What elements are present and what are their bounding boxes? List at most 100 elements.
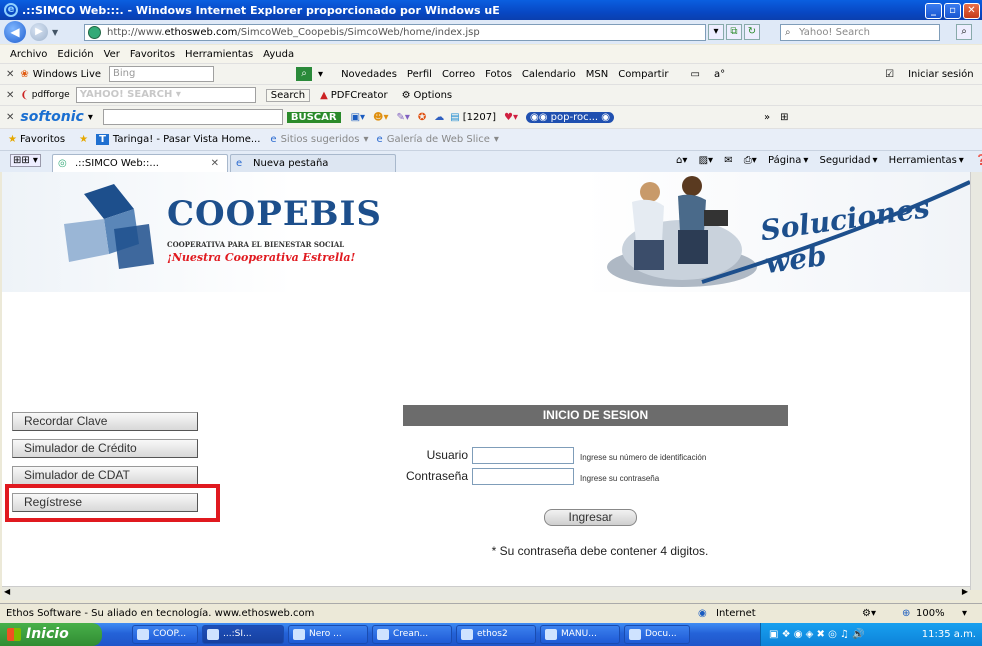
usuario-input[interactable] bbox=[472, 447, 574, 464]
link-perfil[interactable]: Perfil bbox=[407, 69, 432, 80]
tab-site-icon: ◎ bbox=[58, 158, 67, 169]
simulador-cdat-button[interactable]: Simulador de CDAT bbox=[12, 466, 198, 485]
softonic-search-input[interactable] bbox=[102, 109, 283, 125]
link-fotos[interactable]: Fotos bbox=[485, 69, 512, 80]
dropdown-icon[interactable]: ▾ bbox=[494, 134, 499, 145]
link-correo[interactable]: Correo bbox=[442, 69, 475, 80]
search-input[interactable]: ⌕ Yahoo! Search bbox=[780, 24, 940, 41]
refresh-icon[interactable]: ↻ bbox=[744, 24, 760, 40]
toolbar-close-icon[interactable]: ✕ bbox=[6, 112, 14, 123]
menu-ayuda[interactable]: Ayuda bbox=[263, 49, 294, 60]
link-calendario[interactable]: Calendario bbox=[522, 69, 576, 80]
weather-icon[interactable]: ☁ bbox=[434, 112, 444, 123]
link-novedades[interactable]: Novedades bbox=[341, 69, 397, 80]
translate-icon[interactable]: a° bbox=[714, 69, 725, 80]
pagina-menu[interactable]: Página bbox=[768, 155, 801, 166]
favorite-sitios-sugeridos[interactable]: Sitios sugeridos bbox=[281, 134, 360, 145]
close-button[interactable]: ✕ bbox=[963, 3, 980, 19]
menu-ver[interactable]: Ver bbox=[104, 49, 120, 60]
rss-icon[interactable]: ▤ bbox=[450, 112, 459, 123]
simulador-credito-button[interactable]: Simulador de Crédito bbox=[12, 439, 198, 458]
task-manu[interactable]: MANU... bbox=[540, 625, 620, 644]
buscar-button[interactable]: BUSCAR bbox=[286, 111, 341, 123]
bing-dropdown-icon[interactable]: ▾ bbox=[318, 69, 323, 80]
tv-icon[interactable]: ▣▾ bbox=[351, 112, 365, 123]
games-icon[interactable]: ✪ bbox=[418, 112, 426, 123]
chevron-right-icon[interactable]: » bbox=[764, 112, 770, 123]
forward-button[interactable]: ▶ bbox=[30, 23, 48, 41]
signin-link[interactable]: Iniciar sesión bbox=[908, 69, 974, 80]
quick-tabs-icon[interactable]: ⊞⊞ ▾ bbox=[10, 154, 41, 167]
task-label: Nero ... bbox=[309, 629, 342, 639]
options-button[interactable]: Options bbox=[414, 90, 453, 101]
radio-player[interactable]: ◉◉ pop-roc... ◉ bbox=[526, 111, 615, 123]
recent-pages-dropdown-icon[interactable]: ▼ bbox=[52, 28, 58, 37]
task-crean[interactable]: Crean... bbox=[372, 625, 452, 644]
pdfcreator-button[interactable]: PDFCreator bbox=[331, 90, 388, 101]
menu-archivo[interactable]: Archivo bbox=[10, 49, 47, 60]
task-nero[interactable]: Nero ... bbox=[288, 625, 368, 644]
windows-live-label[interactable]: Windows Live bbox=[33, 69, 101, 80]
task-simco[interactable]: ...:SI... bbox=[202, 625, 284, 644]
heart-icon[interactable]: ♥▾ bbox=[504, 112, 518, 123]
tray-icons[interactable]: ▣ ❖ ◉ ◈ ✖ ◎ ♫ 🔊 bbox=[769, 623, 865, 646]
task-coop[interactable]: COOP... bbox=[132, 625, 198, 644]
start-button[interactable]: Inicio bbox=[0, 623, 102, 646]
toolbar-close-icon[interactable]: ✕ bbox=[6, 69, 14, 80]
menu-herramientas[interactable]: Herramientas bbox=[185, 49, 253, 60]
maximize-button[interactable]: ▫ bbox=[944, 3, 961, 19]
scroll-right-icon[interactable]: ▶ bbox=[962, 587, 968, 596]
checkbox-icon[interactable]: ☑ bbox=[885, 69, 894, 80]
bing-search-icon[interactable]: ⌕ bbox=[296, 67, 313, 81]
search-button[interactable]: ⌕ bbox=[956, 24, 972, 40]
radio-station: pop-roc... bbox=[550, 111, 599, 123]
scroll-left-icon[interactable]: ◀ bbox=[4, 587, 10, 596]
smiley-icon[interactable]: ☻▾ bbox=[373, 112, 388, 123]
mail-icon[interactable]: ✉ bbox=[724, 155, 732, 166]
feeds-icon[interactable]: ▨▾ bbox=[699, 155, 713, 166]
link-compartir[interactable]: Compartir bbox=[618, 69, 668, 80]
messenger-icon[interactable]: ▭ bbox=[691, 69, 700, 80]
task-ethos2[interactable]: ethos2 bbox=[456, 625, 536, 644]
task-docu[interactable]: Docu... bbox=[624, 625, 690, 644]
add-favorite-icon[interactable]: ★ bbox=[79, 134, 88, 145]
zoom-dropdown-icon[interactable]: ▾ bbox=[962, 604, 967, 624]
tools-icon[interactable]: ✎▾ bbox=[397, 112, 410, 123]
recordar-clave-button[interactable]: Recordar Clave bbox=[12, 412, 198, 431]
ingresar-button[interactable]: Ingresar bbox=[544, 509, 637, 526]
address-dropdown-icon[interactable]: ▾ bbox=[708, 24, 724, 40]
minimize-button[interactable]: _ bbox=[925, 3, 942, 19]
favorite-web-slice[interactable]: Galería de Web Slice bbox=[387, 134, 490, 145]
yahoo-search-input[interactable]: YAHOO! SEARCH ▾ bbox=[75, 87, 256, 103]
link-msn[interactable]: MSN bbox=[586, 69, 608, 80]
favorite-taringa[interactable]: Taringa! - Pasar Vista Home... bbox=[113, 134, 261, 145]
contrasena-input[interactable] bbox=[472, 468, 574, 485]
dropdown-icon[interactable]: ▾ bbox=[364, 134, 369, 145]
vertical-scrollbar[interactable] bbox=[970, 172, 982, 590]
tab-simco[interactable]: ◎ .::SIMCO Web::... ✕ bbox=[52, 154, 228, 173]
tab-nueva-pestana[interactable]: e Nueva pestaña bbox=[230, 154, 396, 173]
print-icon[interactable]: ⎙▾ bbox=[744, 155, 757, 166]
home-icon[interactable]: ⌂▾ bbox=[676, 155, 687, 166]
protected-mode-icon[interactable]: ⚙▾ bbox=[862, 604, 876, 624]
window-title: .::SIMCO Web:::. - Windows Internet Expl… bbox=[22, 3, 500, 17]
clock[interactable]: 11:35 a.m. bbox=[922, 629, 976, 640]
help-icon[interactable]: ❓▾ bbox=[975, 155, 982, 166]
seguridad-menu[interactable]: Seguridad bbox=[820, 155, 871, 166]
menu-favoritos[interactable]: Favoritos bbox=[130, 49, 175, 60]
zoom-level[interactable]: 100% bbox=[916, 604, 945, 624]
address-bar[interactable]: http://www.ethosweb.com/SimcoWeb_Coopebi… bbox=[84, 24, 706, 41]
yahoo-search-button[interactable]: Search bbox=[265, 88, 311, 102]
compatibility-icon[interactable]: ⧉ bbox=[726, 24, 742, 40]
herramientas-menu[interactable]: Herramientas bbox=[889, 155, 957, 166]
yahoo-toolbar: ✕ ❨ pdfforge YAHOO! SEARCH ▾ Search ▲ PD… bbox=[0, 84, 982, 105]
softonic-dropdown-icon[interactable]: ▾ bbox=[88, 112, 93, 123]
back-button[interactable]: ◀ bbox=[4, 21, 26, 43]
horizontal-scrollbar[interactable]: ◀ ▶ bbox=[2, 586, 970, 600]
menu-edicion[interactable]: Edición bbox=[57, 49, 93, 60]
bing-search-input[interactable]: Bing bbox=[109, 66, 215, 82]
new-tab-icon[interactable]: ⊞ bbox=[780, 112, 788, 123]
toolbar-close-icon[interactable]: ✕ bbox=[6, 90, 14, 101]
tab-close-icon[interactable]: ✕ bbox=[211, 155, 219, 173]
favorites-button[interactable]: Favoritos bbox=[20, 134, 65, 145]
